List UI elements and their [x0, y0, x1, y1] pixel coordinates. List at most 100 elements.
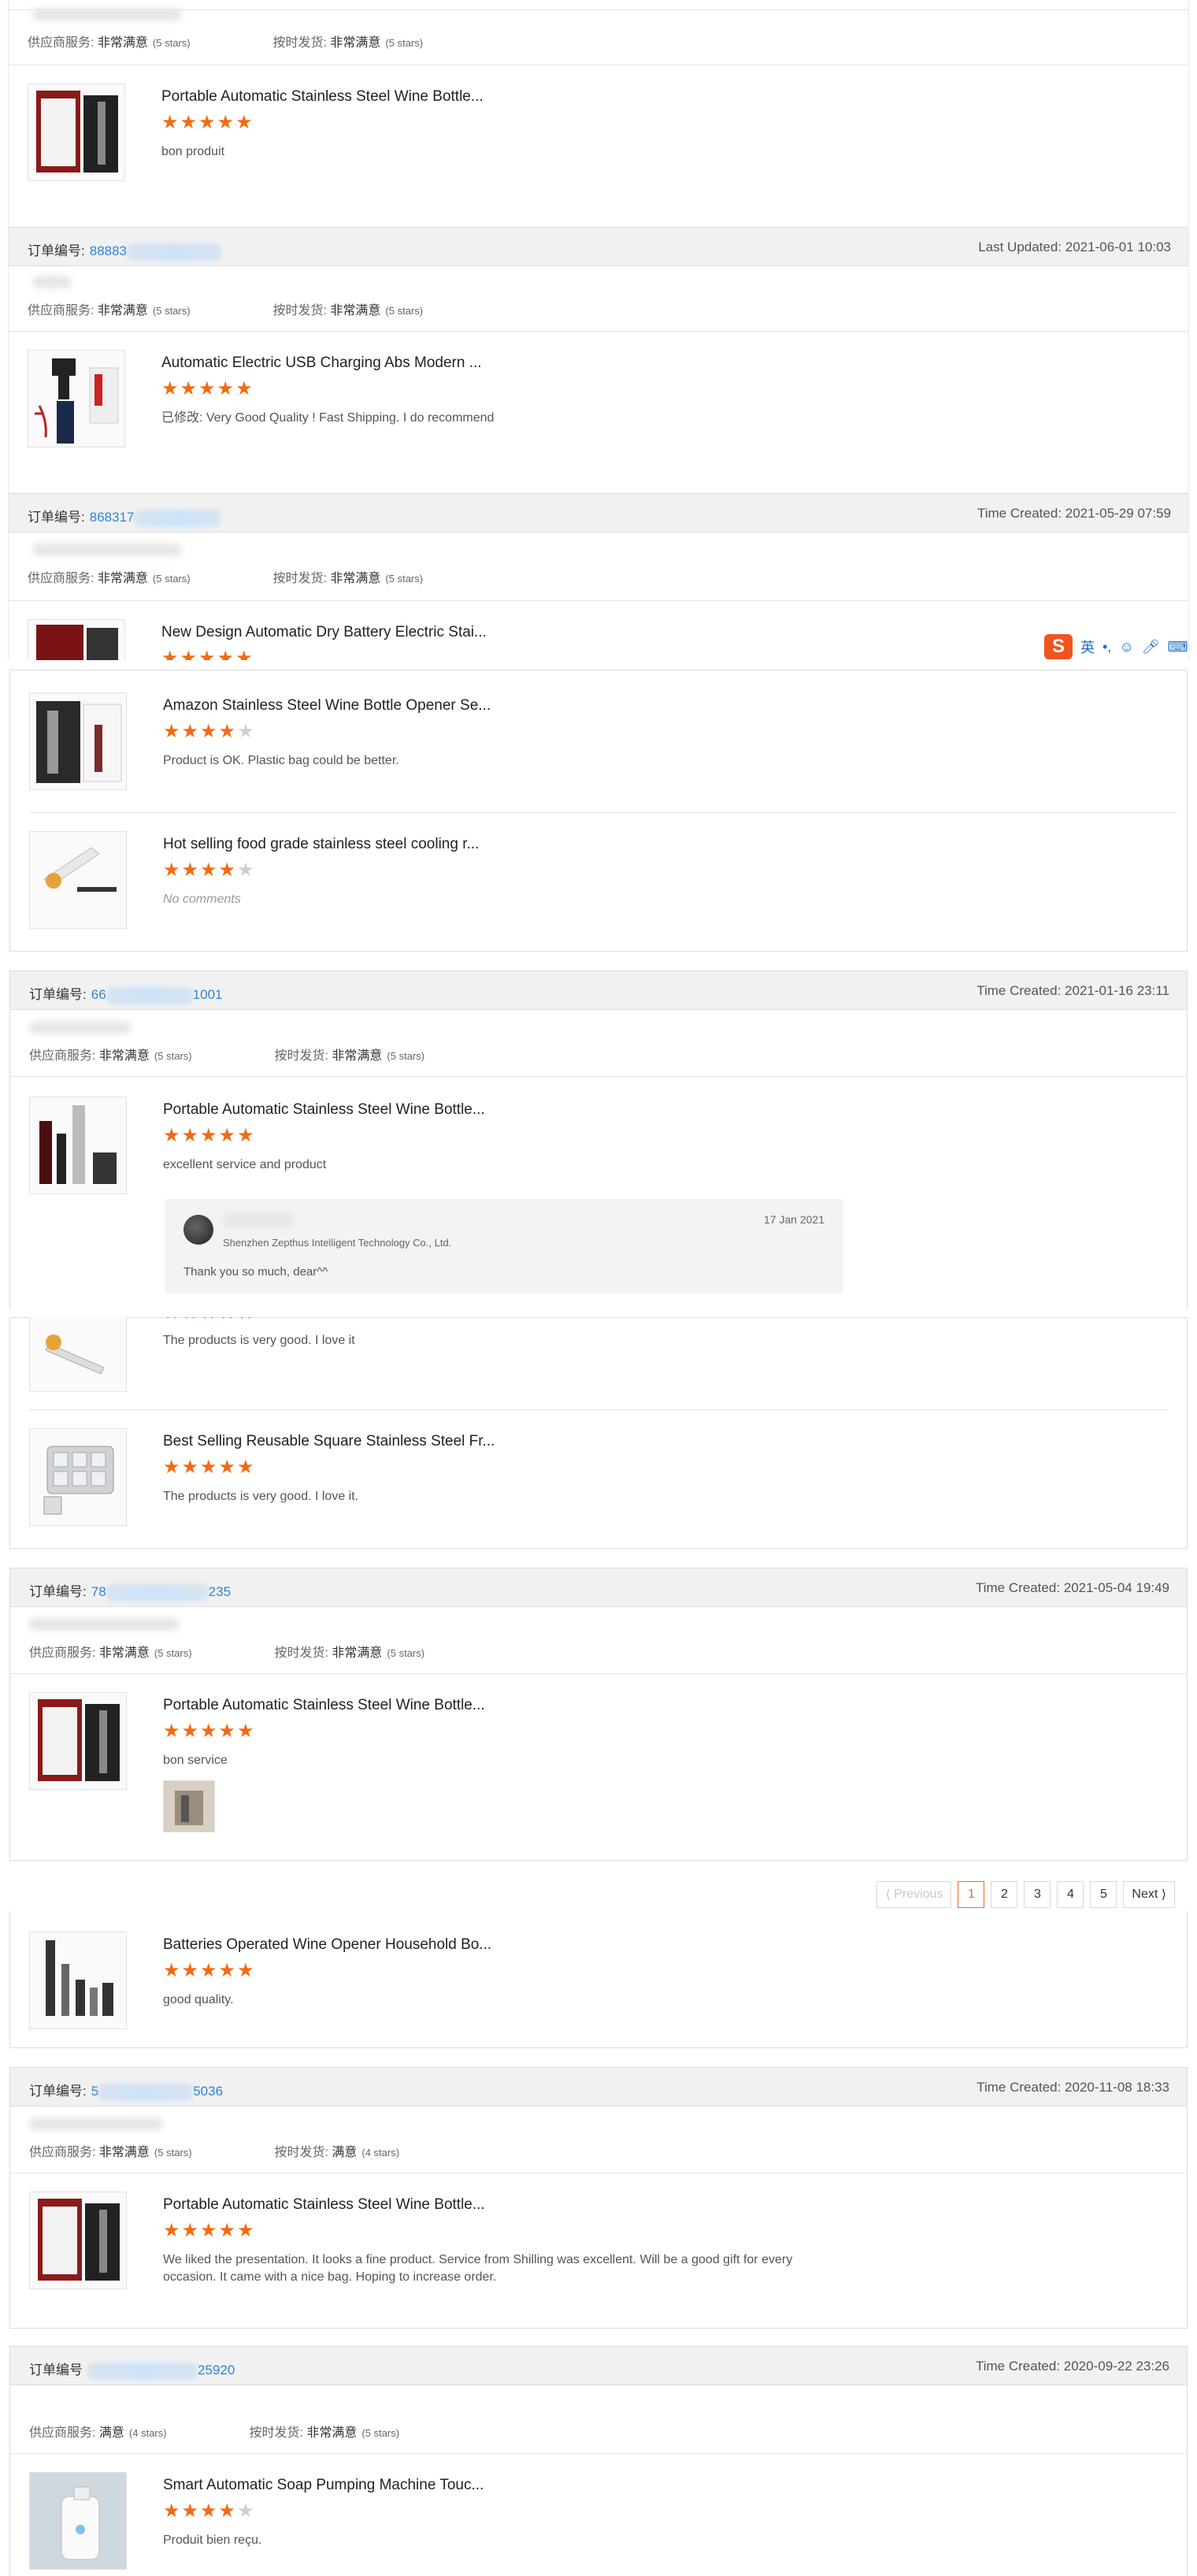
star-icon: ★: [180, 648, 199, 661]
star-icon: ★: [200, 859, 219, 881]
star-icon: ★: [163, 1125, 182, 1146]
microphone-icon[interactable]: 🎤︎: [1142, 639, 1160, 655]
page-5-button[interactable]: 5: [1090, 1881, 1117, 1908]
order-card: 订单编号: 66 1001 Time Created: 2021-01-16 23:…: [9, 971, 1188, 1309]
buyer-name-redacted: [32, 8, 182, 20]
order-time: Time Created: 2021-05-29 07:59: [976, 506, 1171, 521]
order-time: Time Created: 2021-01-16 23:11: [976, 983, 1169, 998]
sogou-logo-icon[interactable]: S: [1044, 634, 1073, 659]
order-number-link[interactable]: 868317: [90, 509, 221, 527]
product-thumbnail[interactable]: [29, 2472, 127, 2570]
star-icon: ★: [218, 2500, 238, 2522]
star-icon: ★: [219, 1317, 238, 1323]
order-number-link[interactable]: 25920: [87, 2362, 235, 2380]
product-name-link[interactable]: Portable Automatic Stainless Steel Wine …: [163, 2196, 485, 2214]
product-name-link[interactable]: Amazon Stainless Steel Wine Bottle Opene…: [163, 697, 491, 715]
product-name-link[interactable]: Hot selling food grade stainless steel c…: [163, 836, 479, 853]
star-icon: ★: [235, 112, 254, 133]
page-2-button[interactable]: 2: [991, 1881, 1018, 1908]
review-list-panel: 供应商服务: 非常满意 (5 stars) 按时发货: 非常满意 (5 stars)…: [8, 0, 1189, 660]
product-name-link[interactable]: Portable Automatic Stainless Steel Wine …: [163, 1101, 485, 1119]
review-list-panel: Batteries Operated Wine Opener Household…: [9, 1911, 1188, 2048]
review-comment: The products is very good. I love it.: [163, 1490, 359, 1503]
previous-page-button[interactable]: ⟨ Previous: [876, 1881, 952, 1908]
star-rating: ★★★★★: [161, 648, 254, 661]
review-item: Automatic Electric USB Charging Abs Mode…: [28, 350, 1169, 468]
product-thumbnail[interactable]: [29, 831, 127, 929]
product-thumbnail[interactable]: [29, 1097, 127, 1194]
ime-toolbar[interactable]: S 英 •, ☺ 🎤︎ ⌨: [1044, 632, 1194, 660]
order-time: Time Created: 2020-11-08 18:33: [976, 2080, 1169, 2095]
buyer-name-redacted: [29, 1618, 179, 1631]
star-icon: ★: [235, 378, 254, 399]
product-name-link[interactable]: Portable Automatic Stainless Steel Wine …: [161, 88, 484, 106]
order-number-link[interactable]: 78 235: [91, 1583, 231, 1602]
reply-date: 17 Jan 2021: [763, 1213, 825, 1226]
review-item: Portable Automatic Stainless Steel Wine …: [29, 2192, 1168, 2310]
chevron-right-icon: ⟩: [1161, 1888, 1166, 1902]
star-icon: ★: [180, 378, 199, 399]
review-item: Hot selling food grade stainless steel c…: [29, 831, 1168, 949]
product-name-link[interactable]: New Design Automatic Dry Battery Electri…: [161, 624, 487, 641]
order-ratings: 供应商服务: 非常满意 (5 stars) 按时发货: 非常满意 (5 stars): [28, 304, 424, 317]
ime-language-toggle[interactable]: 英: [1080, 637, 1095, 657]
order-ratings: 供应商服务: 非常满意 (5 stars) 按时发货: 满意 (4 stars): [29, 2146, 400, 2159]
star-rating: ★★★★★: [161, 380, 254, 399]
review-item: ★★★★★ The products is very good. I love …: [29, 1317, 1168, 1412]
product-thumbnail[interactable]: [29, 1428, 127, 1526]
star-icon: ★: [181, 1457, 201, 1478]
order-time: Last Updated: 2021-06-01 10:03: [978, 239, 1171, 254]
product-name-link[interactable]: Portable Automatic Stainless Steel Wine …: [163, 1697, 485, 1714]
product-name-link[interactable]: Automatic Electric USB Charging Abs Mode…: [161, 354, 482, 372]
star-icon: ★: [218, 1125, 238, 1146]
product-thumbnail[interactable]: [28, 619, 125, 660]
order-ratings: 供应商服务: 非常满意 (5 stars) 按时发货: 非常满意 (5 stars): [28, 36, 424, 50]
star-icon: ★: [200, 1960, 219, 1981]
star-icon: ★: [161, 112, 180, 133]
review-photo[interactable]: [163, 1780, 215, 1832]
product-name-link[interactable]: Best Selling Reusable Square Stainless S…: [163, 1433, 495, 1450]
order-number-link[interactable]: 66 1001: [91, 986, 222, 1004]
product-thumbnail[interactable]: [29, 1692, 127, 1790]
order-number-link[interactable]: 5 5036: [91, 2083, 223, 2101]
product-thumbnail[interactable]: [29, 1932, 127, 2029]
star-icon: ★: [180, 112, 199, 133]
smiley-icon[interactable]: ☺: [1119, 639, 1133, 655]
page-4-button[interactable]: 4: [1057, 1881, 1084, 1908]
keyboard-icon[interactable]: ⌨: [1168, 639, 1188, 655]
seller-name-redacted: [223, 1213, 294, 1227]
review-list-segment-c: ★★★★★ The products is very good. I love …: [0, 1317, 1197, 1908]
buyer-name-redacted: [29, 1021, 132, 1034]
star-icon: ★: [181, 721, 201, 742]
punctuation-icon[interactable]: •,: [1102, 639, 1111, 655]
product-name-link[interactable]: Smart Automatic Soap Pumping Machine Tou…: [163, 2477, 484, 2494]
review-list-panel: Amazon Stainless Steel Wine Bottle Opene…: [9, 670, 1188, 952]
star-icon: ★: [161, 378, 180, 399]
next-page-button[interactable]: Next ⟩: [1123, 1881, 1175, 1908]
product-thumbnail[interactable]: [28, 350, 125, 447]
review-list-segment-d: Batteries Operated Wine Opener Household…: [0, 1911, 1197, 2576]
order-card: 订单编号 25920 Time Created: 2020-09-22 23:26…: [9, 2346, 1188, 2576]
review-item: Smart Automatic Soap Pumping Machine Tou…: [29, 2472, 1168, 2576]
page-3-button[interactable]: 3: [1024, 1881, 1051, 1908]
product-thumbnail[interactable]: [29, 1317, 127, 1392]
star-icon: ★: [237, 1720, 256, 1742]
product-name-link[interactable]: Batteries Operated Wine Opener Household…: [163, 1936, 491, 1954]
product-thumbnail[interactable]: [28, 84, 125, 181]
star-icon: ★: [237, 1317, 256, 1323]
star-icon: ★: [200, 721, 219, 742]
product-thumbnail[interactable]: [29, 2192, 127, 2289]
review-item: Best Selling Reusable Square Stainless S…: [29, 1428, 1168, 1546]
order-ratings: 供应商服务: 非常满意 (5 stars) 按时发货: 非常满意 (5 stars): [28, 572, 424, 585]
page-1-button[interactable]: 1: [958, 1881, 985, 1908]
star-rating: ★★★★★: [163, 1962, 256, 1980]
order-number-link[interactable]: 88883: [90, 243, 222, 261]
order-time: Time Created: 2021-05-04 19:49: [975, 1580, 1169, 1595]
order-header: 订单编号: 88883 Last Updated: 2021-06-01 10:0…: [9, 227, 1188, 266]
review-item: Amazon Stainless Steel Wine Bottle Opene…: [29, 692, 1168, 811]
review-comment: Produit bien reçu.: [163, 2533, 262, 2547]
star-icon: ★: [237, 2220, 256, 2241]
star-icon: ★: [163, 859, 182, 881]
review-comment: good quality.: [163, 1993, 234, 2006]
product-thumbnail[interactable]: [29, 692, 127, 790]
